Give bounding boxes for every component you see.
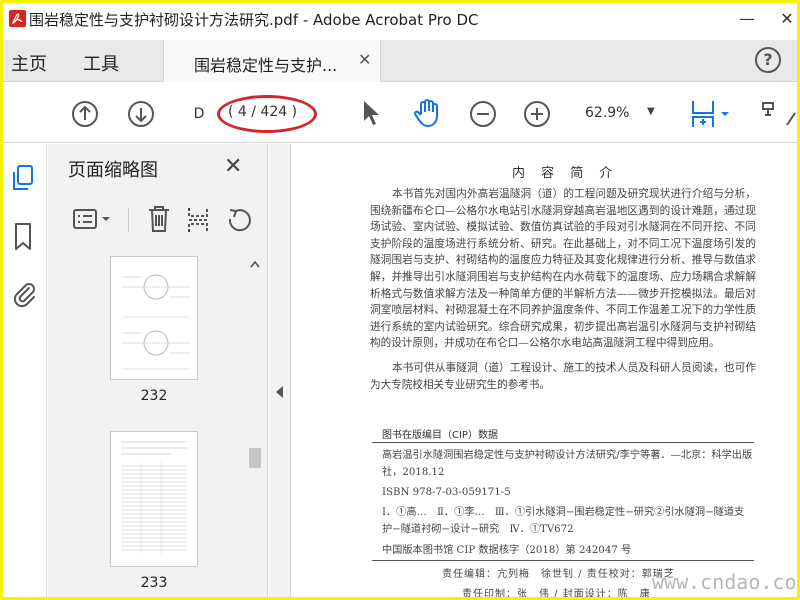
panel-collapse-strip[interactable] <box>269 144 291 597</box>
cip-top-rule <box>372 442 754 443</box>
attachment-paperclip-icon[interactable] <box>11 278 37 308</box>
chevron-down-icon: ▼ <box>647 106 655 117</box>
zoom-select[interactable]: 62.9% ▼ <box>573 101 663 127</box>
editor-line-1: 责任编辑：亢列梅 徐世钊 / 责任校对：郭瑞芝 <box>442 569 675 580</box>
panel-toolbar <box>48 200 268 240</box>
zoom-out-icon[interactable] <box>469 100 497 128</box>
menu-home[interactable]: 主页 <box>11 50 47 76</box>
zoom-value: 62.9% <box>585 105 630 121</box>
highlight-ellipse-annotation <box>217 95 317 133</box>
more-tools-icon[interactable] <box>761 101 797 127</box>
left-nav-strip <box>3 144 47 597</box>
document-tab-close-icon[interactable]: ✕ <box>358 50 371 69</box>
menu-tab-bar: 主页 工具 围岩稳定性与支护... ✕ ? <box>3 40 797 82</box>
title-bar: 围岩稳定性与支护衬砌设计方法研究.pdf - Adobe Acrobat Pro… <box>3 3 797 35</box>
thumbnail-options-icon[interactable] <box>72 206 114 234</box>
page-thumbnails-icon[interactable] <box>11 164 37 192</box>
fit-page-icon[interactable] <box>689 99 733 129</box>
document-view[interactable]: 内 容 简 介 本书首先对国内外高岩温隧洞（道）的工程问题及研究现状进行介绍与分… <box>292 144 797 597</box>
cip-line-4: 中国版本图书馆 CIP 数据核字（2018）第 242047 号 <box>382 545 632 556</box>
doc-paragraph-1: 本书首先对国内外高岩温隧洞（道）的工程问题及研究现状进行介绍与分析，围绕新疆布仑… <box>370 188 756 350</box>
rotate-page-icon[interactable] <box>226 206 254 234</box>
thumbnail-page-233[interactable] <box>110 431 198 567</box>
editor-line-2: 责任印制：张 伟 / 封面设计：陈 康 <box>462 589 651 597</box>
zoom-in-icon[interactable] <box>523 100 551 128</box>
scroll-up-arrow-icon[interactable] <box>250 260 260 268</box>
thumbnail-page-232[interactable] <box>110 256 198 380</box>
main-toolbar: D ( 4 / 424 ) 62.9% ▼ <box>3 83 797 143</box>
thumbnails-panel: 页面缩略图 ✕ 232 233 <box>48 144 268 597</box>
acrobat-window: 围岩稳定性与支护衬砌设计方法研究.pdf - Adobe Acrobat Pro… <box>3 3 797 597</box>
help-icon[interactable]: ? <box>755 47 781 73</box>
arrow-down-circle-icon[interactable] <box>127 100 155 128</box>
acrobat-app-icon <box>9 10 26 27</box>
thumbnail-label: 233 <box>140 575 168 591</box>
arrow-up-circle-icon[interactable] <box>71 100 99 128</box>
cip-line-3: Ⅰ．①高… Ⅱ．①李… Ⅲ．①引水隧洞−围岩稳定性−研究②引水隧洞−隧道支护−隧… <box>382 507 745 535</box>
cip-line-2: ISBN 978-7-03-059171-5 <box>382 487 511 498</box>
extract-pages-icon[interactable] <box>186 206 212 234</box>
thumbnails-scrollbar[interactable] <box>248 256 262 596</box>
scrollbar-thumb[interactable] <box>249 448 261 468</box>
hand-tool-icon[interactable] <box>413 98 441 128</box>
cip-bottom-rule <box>372 560 754 561</box>
cip-title: 图书在版编目（CIP）数据 <box>382 430 498 441</box>
thumbnail-preview-image <box>123 274 189 370</box>
page-number-input[interactable]: D <box>184 103 214 125</box>
doc-paragraph-2: 本书可供从事隧洞（道）工程设计、施工的技术人员及科研人员阅读，也可作为大专院校相… <box>370 362 756 391</box>
watermark-text: www.cndao.com <box>652 570 797 594</box>
panel-close-icon[interactable]: ✕ <box>224 154 242 179</box>
minimize-button[interactable]: — <box>727 6 767 32</box>
doc-heading: 内 容 简 介 <box>512 166 619 181</box>
bookmark-icon[interactable] <box>11 222 37 252</box>
window-title: 围岩稳定性与支护衬砌设计方法研究.pdf - Adobe Acrobat Pro… <box>29 11 479 29</box>
thumbnail-preview-image <box>121 441 187 554</box>
cip-line-1: 高岩温引水隧洞围岩稳定性与支护衬砌设计方法研究/李宁等著．—北京：科学出版社，2… <box>382 450 753 478</box>
menu-tools[interactable]: 工具 <box>83 50 119 76</box>
document-tab[interactable]: 围岩稳定性与支护... ✕ <box>163 40 381 82</box>
tool-separator <box>128 208 129 232</box>
cursor-arrow-icon[interactable] <box>361 99 381 127</box>
delete-trash-icon[interactable] <box>146 204 172 234</box>
thumbnails-panel-title: 页面缩略图 <box>68 160 158 181</box>
collapse-panel-arrow-icon[interactable] <box>276 386 283 398</box>
close-window-button[interactable]: ✕ <box>767 6 797 32</box>
thumbnail-label: 232 <box>140 388 168 404</box>
document-tab-label: 围岩稳定性与支护... <box>194 56 338 75</box>
